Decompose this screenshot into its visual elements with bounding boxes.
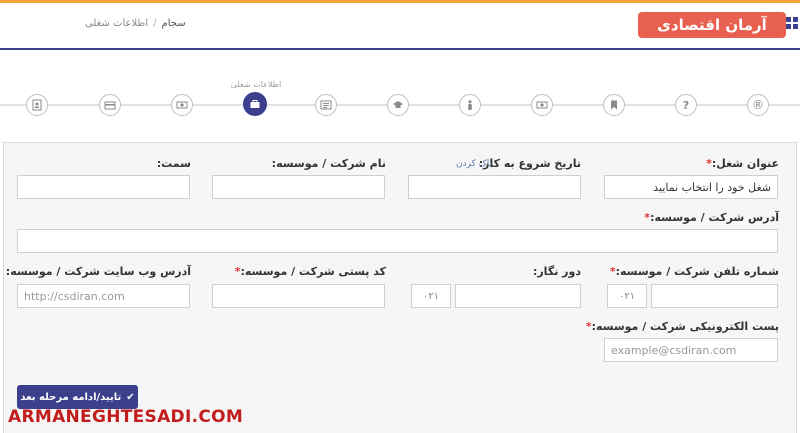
- breadcrumb-current: اطلاعات شغلی: [85, 18, 149, 29]
- email-input[interactable]: example@csdiran.com: [604, 338, 778, 362]
- start-date-label: تاریخ شروع به کار:: [478, 157, 581, 170]
- job-title-label: عنوان شغل:*: [706, 157, 779, 170]
- id-card-icon[interactable]: [26, 94, 48, 116]
- person-icon[interactable]: [459, 94, 481, 116]
- step-active-label: اطلاعات شغلی: [230, 80, 282, 89]
- company-name-label: نام شرکت / موسسه:: [271, 157, 386, 170]
- breadcrumb-home[interactable]: سجام: [162, 18, 186, 29]
- check-icon: ✔: [126, 391, 135, 403]
- logo[interactable]: آرمان اقتصادی: [638, 12, 786, 38]
- header-divider: [0, 48, 800, 50]
- company-phone-input[interactable]: [651, 284, 778, 308]
- submit-label: تایید/ادامه مرحله بعد: [20, 391, 122, 403]
- job-title-select[interactable]: شغل خود را انتخاب نمایید: [604, 175, 778, 199]
- bookmark-icon[interactable]: [603, 94, 625, 116]
- postal-code-label: کد پستی شرکت / موسسه:*: [234, 265, 386, 278]
- company-phone-area-code: ۰۲۱: [607, 284, 647, 308]
- website-label: آدرس وب سایت شرکت / موسسه:: [5, 265, 191, 278]
- graduation-cap-icon[interactable]: [387, 94, 409, 116]
- company-phone-label: شماره تلفن شرکت / موسسه:*: [609, 265, 779, 278]
- company-address-input[interactable]: [17, 229, 778, 253]
- email-label: پست الکترونیکی شرکت / موسسه:*: [585, 320, 779, 333]
- briefcase-icon[interactable]: [243, 92, 267, 116]
- company-name-input[interactable]: [212, 175, 385, 199]
- breadcrumb: سجام / اطلاعات شغلی: [85, 18, 186, 29]
- credit-card-icon[interactable]: [99, 94, 121, 116]
- fax-input[interactable]: [455, 284, 581, 308]
- postal-code-input[interactable]: [212, 284, 385, 308]
- start-date-input[interactable]: [408, 175, 581, 199]
- money-icon[interactable]: [531, 94, 553, 116]
- money-icon[interactable]: [171, 94, 193, 116]
- clear-date-link[interactable]: پاک کردن: [456, 159, 492, 169]
- list-icon[interactable]: [315, 94, 337, 116]
- position-input[interactable]: [17, 175, 190, 199]
- company-address-label: آدرس شرکت / موسسه:*: [644, 211, 779, 224]
- submit-continue-button[interactable]: ✔ تایید/ادامه مرحله بعد: [17, 385, 138, 409]
- question-icon[interactable]: ?: [675, 94, 697, 116]
- fax-label: دور نگار:: [532, 265, 581, 278]
- watermark: ARMANEGHTESADI.COM: [8, 407, 244, 427]
- menu-grid-icon[interactable]: [786, 17, 798, 29]
- fax-area-code: ۰۲۱: [411, 284, 451, 308]
- position-label: سمت:: [156, 157, 191, 170]
- website-input[interactable]: http://csdiran.com: [17, 284, 190, 308]
- breadcrumb-separator: /: [153, 18, 157, 29]
- registered-icon[interactable]: ®: [747, 94, 769, 116]
